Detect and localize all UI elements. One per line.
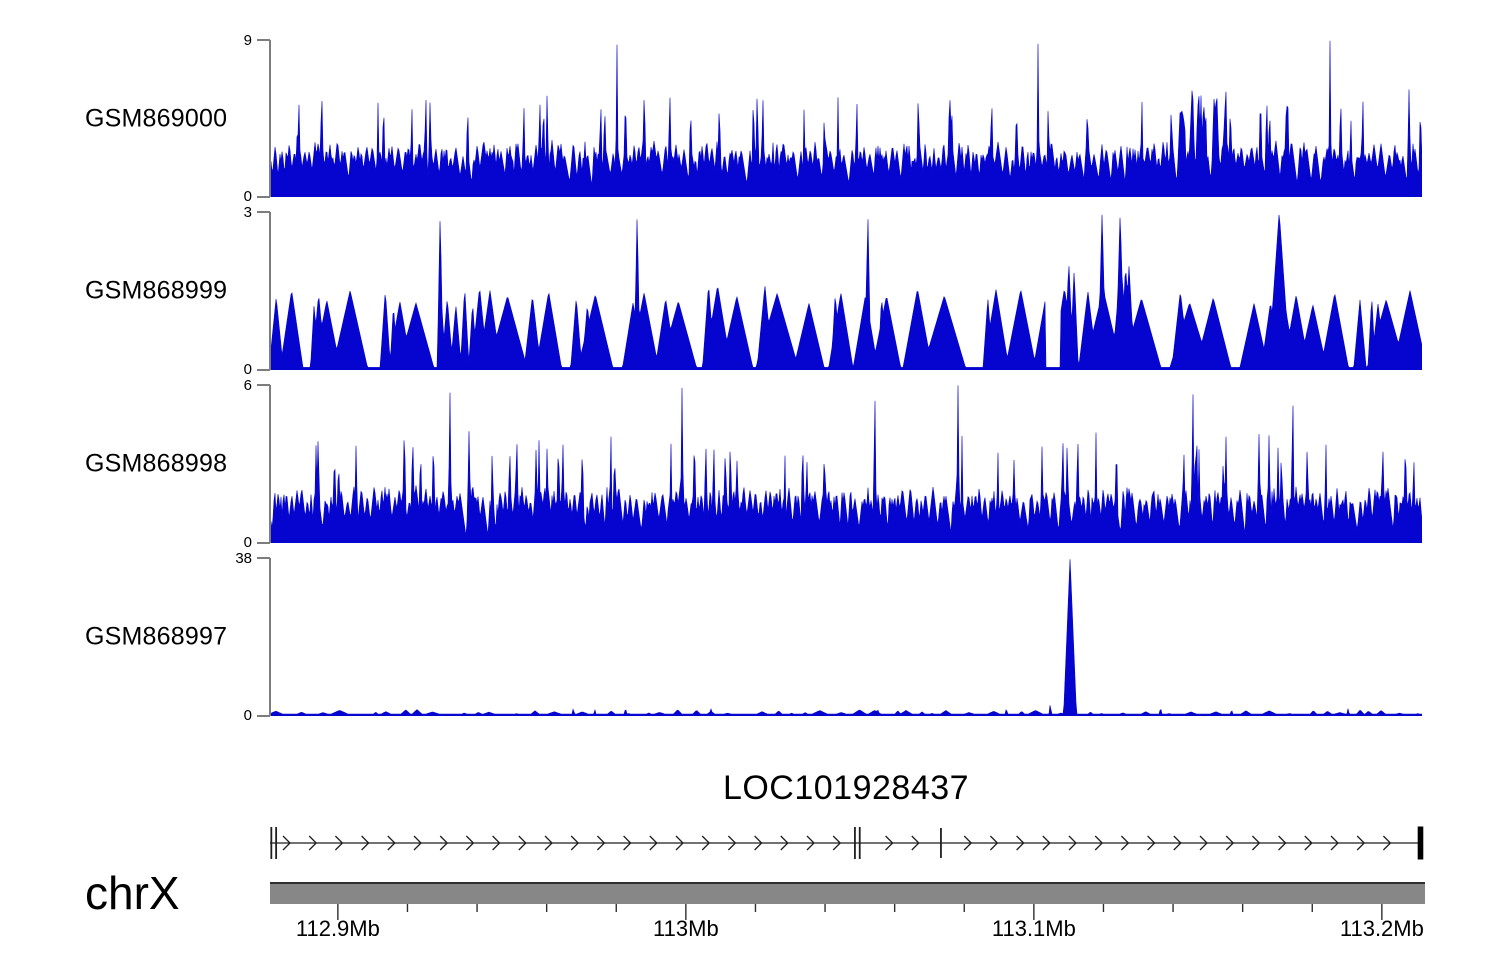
genome-browser-figure: GSM869000 9 0 GSM868999 3 0 GSM868998 6 … [0,0,1500,980]
coverage-track-4: GSM868997 38 0 [0,558,1500,716]
y-axis-top-tick [257,557,270,559]
x-axis-tick-label: 113.1Mb [992,916,1076,942]
coverage-signal [271,385,1422,543]
y-axis-top-tick [257,39,270,41]
x-axis-tick-label: 112.9Mb [296,916,380,942]
y-axis-min-label: 0 [194,362,252,377]
y-axis-bottom-tick [257,715,270,717]
gene-name-label: LOC101928437 [270,769,1422,808]
y-axis-max-label: 6 [194,378,252,393]
track-label: GSM868998 [85,450,227,479]
coverage-track-3: GSM868998 6 0 [0,385,1500,543]
y-axis-bottom-tick [257,196,270,198]
coverage-signal [271,558,1422,716]
y-axis-min-label: 0 [194,708,252,723]
y-axis-max-label: 3 [194,205,252,220]
y-axis-top-tick [257,384,270,386]
coverage-track-1: GSM869000 9 0 [0,40,1500,197]
y-axis-min-label: 0 [194,535,252,550]
track-label: GSM868997 [85,623,227,652]
y-axis-max-label: 38 [194,551,252,566]
y-axis-bottom-tick [257,542,270,544]
track-label: GSM868999 [85,277,227,306]
y-axis-bottom-tick [257,369,270,371]
y-axis-max-label: 9 [194,33,252,48]
coverage-track-2: GSM868999 3 0 [0,212,1500,370]
track-label: GSM869000 [85,104,227,133]
y-axis-top-tick [257,211,270,213]
y-axis-min-label: 0 [194,189,252,204]
x-axis-tick-label: 113.2Mb [1340,916,1424,942]
gene-structure-diagram [0,808,1500,878]
chromosome-bar [270,882,1425,904]
coverage-signal [271,40,1422,197]
coverage-signal [271,212,1422,370]
x-axis-tick-label: 113Mb [653,916,719,942]
ruler-ticks [0,904,1500,926]
